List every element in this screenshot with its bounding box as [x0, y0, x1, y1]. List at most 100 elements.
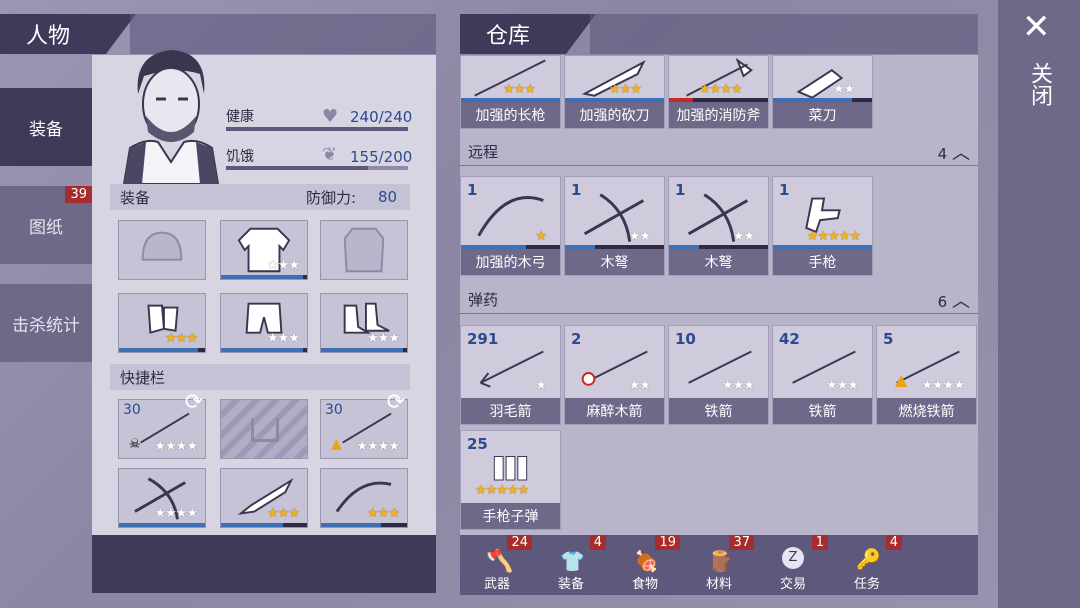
star-rating: ★★★★★ — [806, 229, 861, 244]
swap-icon[interactable]: ⟳ — [185, 390, 203, 415]
item-label: 铁箭 — [669, 398, 768, 424]
weapons-count-badge: 24 — [507, 535, 532, 550]
quickbar-label: 快捷栏 — [120, 368, 166, 387]
star-rating: ★★★ — [826, 378, 859, 393]
defense-label: 防御力: — [306, 188, 357, 207]
fence-icon — [251, 418, 279, 442]
key-icon: 🔑 — [856, 547, 881, 571]
category-ammo[interactable]: 弹药 6 ︿ — [460, 286, 978, 314]
close-button[interactable]: 关闭 — [1027, 62, 1052, 106]
meat-icon: 🍖 — [634, 549, 659, 573]
collapse-chevron-icon[interactable]: ︿ — [952, 291, 970, 312]
star-rating: ★★★ — [503, 82, 536, 97]
swap-icon[interactable]: ⟳ — [387, 390, 405, 415]
item-label: 燃烧铁箭 — [877, 398, 976, 424]
tab-blueprints[interactable]: 图纸 39 — [0, 186, 92, 264]
item-crossbow[interactable]: 1 ★★ 木弩 — [564, 176, 665, 276]
item-label: 木弩 — [669, 249, 768, 275]
item-label: 铁箭 — [773, 398, 872, 424]
equip-slot-shoes[interactable]: ★★★ — [320, 293, 408, 353]
item-label: 加强的消防斧 — [669, 102, 768, 128]
shirt-icon: 👕 — [560, 549, 585, 573]
item-pistol-bullets[interactable]: 25 ★★★★★ 手枪子弹 — [460, 430, 561, 530]
bottom-tab-food[interactable]: 19 🍖 食物 — [608, 535, 682, 595]
star-rating: ★★ — [732, 229, 755, 244]
item-tranquilizer-arrow[interactable]: 2 ★★ 麻醉木箭 — [564, 325, 665, 425]
category-ranged-label: 远程 — [468, 143, 499, 161]
cleaver-icon — [796, 68, 844, 99]
quickbar-slot-5[interactable]: ★★★ — [220, 468, 308, 528]
close-icon[interactable]: ✕ — [1022, 10, 1051, 44]
bottom-tab-weapons[interactable]: 24 🪓 武器 — [460, 535, 534, 595]
bottom-tab-label: 装备 — [557, 577, 584, 592]
item-iron-arrow[interactable]: 10 ★★★ 铁箭 — [668, 325, 769, 425]
category-ammo-count: 6 ︿ — [937, 290, 970, 312]
equip-slot-helmet[interactable] — [118, 220, 206, 280]
item-label: 加强的砍刀 — [565, 102, 664, 128]
star-rating: ★★★★ — [356, 439, 400, 454]
category-ammo-label: 弹药 — [468, 291, 499, 309]
star-rating: ★★ — [833, 82, 855, 97]
bottom-tab-materials[interactable]: 37 🪵 材料 — [682, 535, 756, 595]
tab-equipment[interactable]: 装备 — [0, 88, 92, 166]
star-rating: ★★★ — [267, 506, 300, 521]
warehouse-title: 仓库 — [486, 24, 531, 49]
equip-slot-pants[interactable]: ★★★ — [220, 293, 308, 353]
durability-bar — [321, 523, 407, 527]
item-reinforced-bow[interactable]: 1 ★ 加强的木弓 — [460, 176, 561, 276]
fire-icon: ▲ — [895, 370, 908, 389]
item-kitchen-knife[interactable]: ★★ 菜刀 — [772, 55, 873, 129]
durability-bar — [321, 348, 407, 352]
quickbar-slot-3[interactable]: 30 ⟳ ▲ ★★★★ — [320, 390, 408, 459]
item-label: 手枪子弹 — [461, 503, 560, 529]
star-rating: ★★★ — [165, 331, 198, 346]
quickbar-slot-1[interactable]: 30 ⟳ ☠ ★★★★ — [118, 390, 206, 459]
category-ranged[interactable]: 远程 4 ︿ — [460, 138, 978, 166]
bottom-tab-trade[interactable]: 1 Z 交易 — [756, 535, 830, 595]
star-rating: ★★★ — [367, 331, 400, 346]
header-strip — [590, 14, 978, 54]
collapse-chevron-icon[interactable]: ︿ — [952, 143, 970, 164]
star-rating: ★★ — [628, 378, 651, 393]
tab-blueprints-label: 图纸 — [29, 217, 63, 238]
item-reinforced-spear[interactable]: ★★★ 加强的长枪 — [460, 55, 561, 129]
heart-icon: ♥ — [322, 106, 339, 127]
poison-icon: ☠ — [129, 437, 141, 452]
star-rating: ★★★★ — [154, 439, 198, 454]
equipment-count-badge: 4 — [589, 535, 606, 550]
item-label: 菜刀 — [773, 102, 872, 128]
item-incendiary-iron-arrow[interactable]: 5 ▲ ★★★★ 燃烧铁箭 — [876, 325, 977, 425]
category-ranged-count: 4 ︿ — [937, 142, 970, 164]
item-pistol[interactable]: 1 ★★★★★ 手枪 — [772, 176, 873, 276]
bottom-tab-quests[interactable]: 4 🔑 任务 — [830, 535, 978, 595]
tab-kill-stats[interactable]: 击杀统计 — [0, 284, 92, 362]
star-rating: ★★★★ — [154, 506, 198, 521]
blueprints-count-badge: 39 — [65, 186, 92, 203]
bottom-tab-label: 任务 — [853, 577, 880, 592]
bottom-tab-equipment[interactable]: 4 👕 装备 — [534, 535, 608, 595]
bottom-tab-label: 材料 — [705, 577, 732, 592]
stomach-icon: ❦ — [322, 144, 338, 165]
item-crossbow[interactable]: 1 ★★ 木弩 — [668, 176, 769, 276]
hunger-label: 饥饿 — [226, 149, 254, 165]
item-reinforced-fire-axe[interactable]: ★★★★ 加强的消防斧 — [668, 55, 769, 129]
quickbar-slot-4[interactable]: ★★★★ — [118, 468, 206, 528]
trade-count-badge: 1 — [811, 535, 828, 550]
tab-kill-stats-label: 击杀统计 — [12, 315, 80, 336]
item-label: 麻醉木箭 — [565, 398, 664, 424]
item-label: 手枪 — [773, 249, 872, 275]
item-iron-arrow[interactable]: 42 ★★★ 铁箭 — [772, 325, 873, 425]
equip-slot-chest[interactable]: ★★★ — [220, 220, 308, 280]
star-rating: ★★★ — [367, 506, 400, 521]
hunger-bar — [226, 166, 408, 170]
equip-slot-gloves[interactable]: ★★★ — [118, 293, 206, 353]
item-reinforced-machete[interactable]: ★★★ 加强的砍刀 — [564, 55, 665, 129]
quickbar-slot-empty[interactable] — [220, 399, 308, 459]
durability-bar — [221, 275, 307, 279]
coin-icon: Z — [782, 547, 804, 569]
wood-icon: 🪵 — [708, 549, 733, 573]
equip-slot-coat[interactable] — [320, 220, 408, 280]
item-feather-arrow[interactable]: 291 ★ 羽毛箭 — [460, 325, 561, 425]
food-count-badge: 19 — [655, 535, 680, 550]
quickbar-slot-6[interactable]: ★★★ — [320, 468, 408, 528]
